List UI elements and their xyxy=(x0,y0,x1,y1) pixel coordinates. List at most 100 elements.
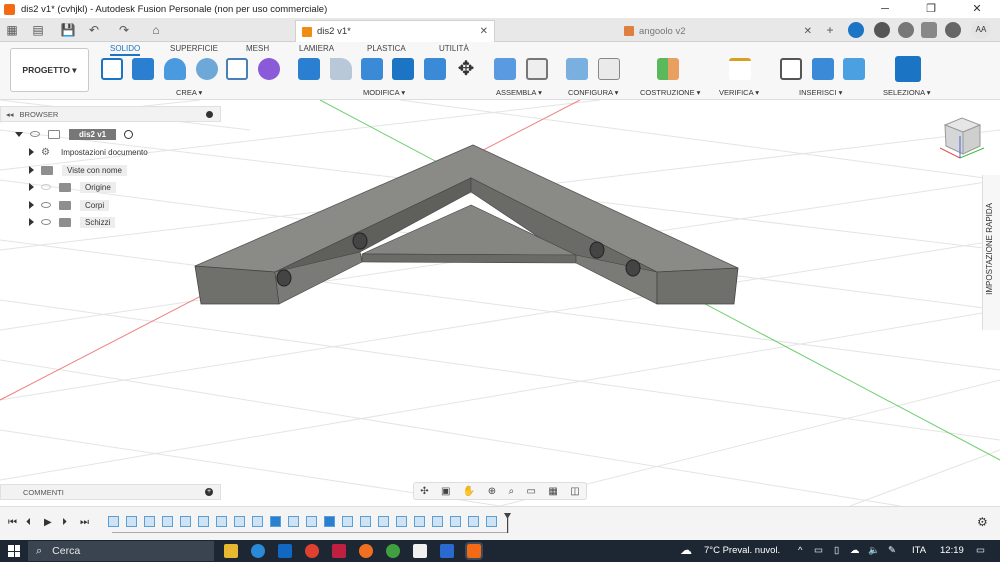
clock[interactable]: 12:19 xyxy=(940,545,964,556)
battery-icon[interactable]: ▯ xyxy=(834,545,839,556)
timeline-feature-icon[interactable] xyxy=(414,516,425,527)
notifications-bell-icon[interactable] xyxy=(921,22,937,38)
timeline-feature-icon[interactable] xyxy=(234,516,245,527)
tree-item-settings[interactable]: ⚙ Impostazioni documento xyxy=(29,145,148,159)
input-language[interactable]: ITA xyxy=(912,545,926,556)
select-icon[interactable] xyxy=(895,56,921,82)
group-assembla[interactable]: ASSEMBLA ▾ xyxy=(496,88,542,97)
comments-panel[interactable]: COMMENTI + xyxy=(0,484,221,500)
change-parameters-icon[interactable] xyxy=(566,58,588,80)
group-crea[interactable]: CREA ▾ xyxy=(176,88,202,97)
chrome-alt-icon[interactable] xyxy=(386,544,400,558)
maximize-button[interactable]: ❐ xyxy=(908,0,954,18)
insert-image-icon[interactable] xyxy=(843,58,865,80)
tab-lamiera[interactable]: LAMIERA xyxy=(299,44,334,53)
quick-setup-panel[interactable]: IMPOSTAZIONE RAPIDA xyxy=(982,175,1000,330)
timeline-feature-icon[interactable] xyxy=(216,516,227,527)
expand-arrow-icon[interactable] xyxy=(29,148,34,156)
file-menu-icon[interactable]: ▤ xyxy=(30,22,46,38)
combine-icon[interactable] xyxy=(424,58,446,80)
chrome-icon[interactable] xyxy=(305,544,319,558)
display-settings-icon[interactable]: ▭ xyxy=(527,486,536,497)
step-back-icon[interactable]: ⏴ xyxy=(26,517,31,528)
visibility-eye-icon[interactable] xyxy=(41,202,51,208)
timeline-feature-icon[interactable] xyxy=(108,516,119,527)
press-pull-icon[interactable] xyxy=(298,58,320,80)
timeline-feature-icon[interactable] xyxy=(180,516,191,527)
new-tab-plus-icon[interactable]: + xyxy=(822,22,838,38)
configure-table-icon[interactable] xyxy=(598,58,620,80)
app-is-icon[interactable] xyxy=(332,544,346,558)
tree-item-root[interactable]: dis2 v1 xyxy=(15,127,134,141)
weather-cloud-icon[interactable]: ☁ xyxy=(680,543,692,557)
fillet-icon[interactable] xyxy=(330,58,352,80)
group-configura[interactable]: CONFIGURA ▾ xyxy=(568,88,618,97)
edge-icon[interactable] xyxy=(251,544,265,558)
revolve-icon[interactable] xyxy=(164,58,186,80)
view-cube-icon[interactable] xyxy=(939,117,985,159)
timeline-feature-icon[interactable] xyxy=(144,516,155,527)
timeline-feature-icon[interactable] xyxy=(270,516,281,527)
go-to-end-icon[interactable]: ⏭ xyxy=(80,517,89,528)
close-button[interactable]: ✕ xyxy=(954,0,1000,18)
measure-icon[interactable] xyxy=(729,58,751,80)
project-button[interactable]: PROGETTO ▾ xyxy=(10,48,89,92)
save-icon[interactable]: 💾 xyxy=(60,22,76,38)
add-comment-icon[interactable]: + xyxy=(205,488,213,496)
help-icon[interactable] xyxy=(945,22,961,38)
firefox-icon[interactable] xyxy=(359,544,373,558)
tree-item-named-views[interactable]: Viste con nome xyxy=(29,163,127,177)
collapse-arrow-icon[interactable] xyxy=(15,131,23,137)
expand-arrow-icon[interactable] xyxy=(29,218,34,226)
expand-arrow-icon[interactable] xyxy=(29,166,34,174)
app-window-icon[interactable] xyxy=(440,544,454,558)
timeline-feature-icon[interactable] xyxy=(450,516,461,527)
volume-muted-icon[interactable]: 🔈 xyxy=(868,545,880,556)
orbit-icon[interactable]: ✣ xyxy=(420,486,428,497)
home-icon[interactable]: ⌂ xyxy=(148,22,164,38)
windows-start-icon[interactable] xyxy=(8,545,20,557)
timeline-feature-icon[interactable] xyxy=(432,516,443,527)
tab-utilita[interactable]: UTILITÀ xyxy=(439,44,469,53)
timeline-feature-icon[interactable] xyxy=(252,516,263,527)
group-verifica[interactable]: VERIFICA ▾ xyxy=(719,88,759,97)
shell-icon[interactable] xyxy=(392,58,414,80)
browser-panel-header[interactable]: ◂◂ BROWSER xyxy=(0,106,221,122)
zoom-window-icon[interactable]: ⊕ xyxy=(488,486,496,497)
minimize-button[interactable]: ─ xyxy=(862,0,908,18)
hidden-eye-icon[interactable] xyxy=(41,184,51,190)
move-copy-icon[interactable]: ✥ xyxy=(455,58,477,80)
step-forward-icon[interactable]: ⏵ xyxy=(62,517,67,528)
network-icon[interactable]: ▭ xyxy=(814,545,823,556)
tab-dis2[interactable]: dis2 v1* ✕ xyxy=(295,20,495,42)
chamfer-icon[interactable] xyxy=(361,58,383,80)
tab-mesh[interactable]: MESH xyxy=(246,44,269,53)
extrude-icon[interactable] xyxy=(132,58,154,80)
activate-radio-icon[interactable] xyxy=(124,129,134,139)
redo-icon[interactable]: ↷ xyxy=(116,22,132,38)
pan-hand-icon[interactable]: ✋ xyxy=(463,486,475,497)
extensions-icon[interactable] xyxy=(848,22,864,38)
insert-mesh-icon[interactable] xyxy=(812,58,834,80)
visibility-eye-icon[interactable] xyxy=(30,131,40,137)
group-seleziona[interactable]: SELEZIONA ▾ xyxy=(883,88,931,97)
3d-viewport[interactable] xyxy=(0,100,1000,506)
collapse-panel-icon[interactable]: ◂◂ xyxy=(6,110,14,119)
look-at-icon[interactable]: ▣ xyxy=(441,486,450,497)
timeline-feature-icon[interactable] xyxy=(468,516,479,527)
pattern-icon[interactable] xyxy=(226,58,248,80)
undo-icon[interactable]: ↶ xyxy=(86,22,102,38)
timeline-feature-icon[interactable] xyxy=(126,516,137,527)
tab-superficie[interactable]: SUPERFICIE xyxy=(170,44,218,53)
show-hidden-icons-chevron-icon[interactable]: ^ xyxy=(798,545,802,556)
group-modifica[interactable]: MODIFICA ▾ xyxy=(363,88,405,97)
tab-plastica[interactable]: PLASTICA xyxy=(367,44,406,53)
timeline-marker[interactable] xyxy=(504,513,511,533)
pin-icon[interactable] xyxy=(206,111,213,118)
timeline-settings-gear-icon[interactable]: ⚙ xyxy=(977,515,988,529)
close-tab-icon[interactable]: ✕ xyxy=(480,26,488,37)
expand-arrow-icon[interactable] xyxy=(29,183,34,191)
cloud-sync-icon[interactable]: ☁ xyxy=(850,545,860,556)
group-costruzione[interactable]: COSTRUZIONE ▾ xyxy=(640,88,700,97)
insert-derive-icon[interactable] xyxy=(780,58,802,80)
